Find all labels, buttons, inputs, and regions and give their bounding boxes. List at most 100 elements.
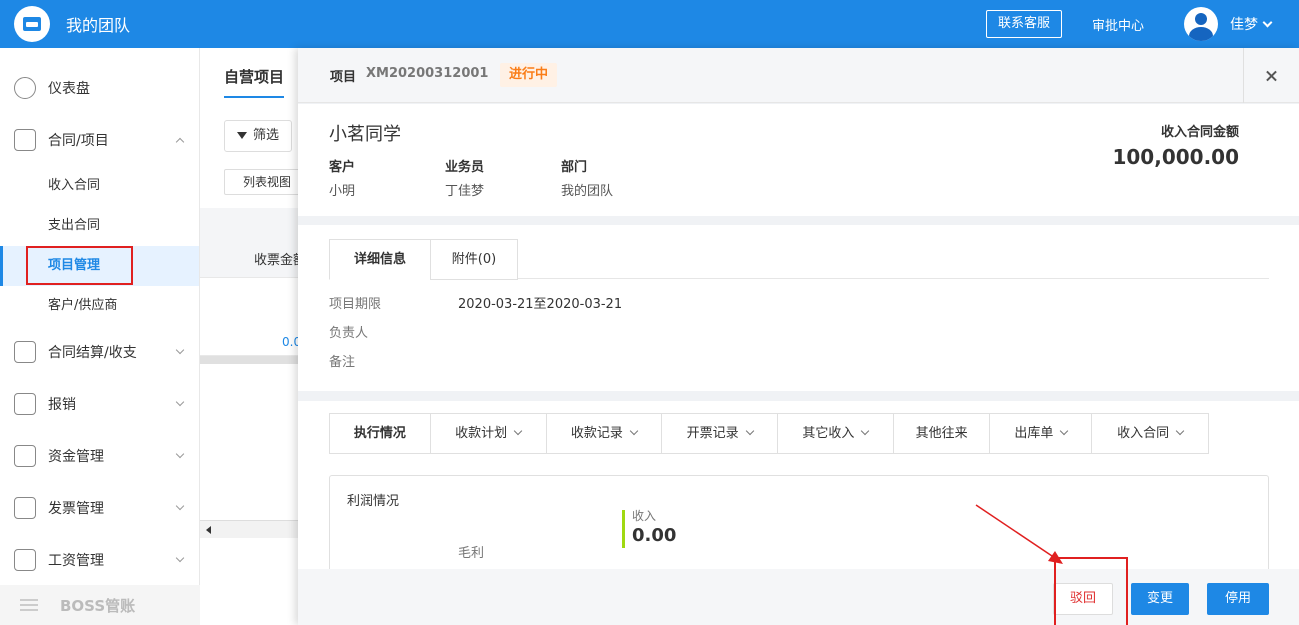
brand-name: BOSS管账 — [60, 596, 136, 615]
field-value: 我的团队 — [561, 184, 614, 199]
table-divider — [200, 356, 300, 364]
project-list-panel: 自营项目 筛选 列表视图 收票金额 0.0 — [200, 48, 311, 625]
chevron-down-icon — [513, 426, 523, 436]
chevron-down-icon — [1060, 426, 1069, 436]
approval-center-link[interactable]: 审批中心 — [1092, 15, 1144, 34]
contract-amount-value: 100,000.00 — [1112, 145, 1239, 169]
tab-outbound-orders[interactable]: 出库单 — [990, 414, 1093, 453]
yen-icon — [14, 393, 36, 415]
chevron-down-icon — [175, 449, 185, 459]
sidebar-item-dashboard[interactable]: 仪表盘 — [0, 62, 199, 114]
change-button[interactable]: 变更 — [1131, 583, 1189, 615]
folder-icon — [14, 129, 36, 151]
tab-invoice-records[interactable]: 开票记录 — [662, 414, 778, 453]
detail-tabs: 详细信息 附件(0) — [329, 239, 1269, 280]
tab-attachments[interactable]: 附件(0) — [430, 239, 518, 280]
income-label: 收入 — [632, 509, 657, 523]
project-detail-drawer: 项目 XM20200312001 进行中 小茗同学 客户 小明 业务员 丁佳梦 … — [298, 48, 1299, 625]
tab-details[interactable]: 详细信息 — [329, 239, 431, 280]
info-label: 备注 — [329, 355, 356, 370]
chevron-down-icon — [175, 345, 185, 355]
team-name[interactable]: 我的团队 — [66, 12, 130, 36]
header-label: 项目 — [330, 70, 357, 85]
chevron-down-icon — [175, 553, 185, 563]
chevron-down-icon — [175, 397, 185, 407]
horizontal-scrollbar[interactable] — [200, 520, 300, 538]
sidebar-item-label: 合同结算/收支 — [48, 345, 137, 361]
sidebar-item-label: 工资管理 — [48, 553, 104, 569]
drawer-footer: 驳回 变更 停用 — [298, 569, 1299, 625]
chevron-down-icon — [1175, 426, 1185, 436]
fund-icon — [14, 445, 36, 467]
sidebar-item-funds[interactable]: 资金管理 — [0, 430, 199, 482]
sidebar-item-label: 发票管理 — [48, 501, 104, 517]
profit-panel: 利润情况 毛利 收入 0.00 — [329, 475, 1269, 569]
filter-button[interactable]: 筛选 — [224, 120, 293, 152]
tab-label: 执行情况 — [353, 426, 406, 441]
filter-label: 筛选 — [253, 128, 280, 143]
sidebar-item-label: 报销 — [48, 397, 76, 413]
sidebar-subitem-expense-contract[interactable]: 支出合同 — [0, 206, 199, 246]
gross-profit-label: 毛利 — [458, 546, 485, 561]
disable-button[interactable]: 停用 — [1207, 583, 1269, 615]
top-bar: 我的团队 联系客服 审批中心 佳梦 — [0, 0, 1299, 48]
sidebar-item-contracts[interactable]: 合同/项目 — [0, 114, 199, 166]
info-label: 负责人 — [329, 326, 369, 341]
invoice-icon — [14, 497, 36, 519]
tab-label: 其它收入 — [802, 426, 855, 441]
sidebar-subitem-income-contract[interactable]: 收入合同 — [0, 166, 199, 206]
chevron-down-icon[interactable] — [1262, 17, 1273, 27]
tab-income-contracts[interactable]: 收入合同 — [1092, 414, 1208, 453]
tab-label: 其他往来 — [915, 426, 968, 441]
status-badge: 进行中 — [500, 63, 558, 87]
chevron-down-icon — [745, 426, 754, 436]
contract-amount-label: 收入合同金额 — [1160, 125, 1239, 140]
tab-self-operated-projects[interactable]: 自营项目 — [224, 66, 285, 98]
dashboard-icon — [14, 77, 36, 99]
customer-field: 客户 小明 — [329, 156, 355, 199]
department-field: 部门 我的团队 — [561, 156, 613, 199]
username[interactable]: 佳梦 — [1230, 14, 1258, 34]
app-logo-icon[interactable] — [14, 6, 50, 42]
income-indicator-bar — [622, 510, 625, 548]
tab-other-transactions[interactable]: 其他往来 — [894, 414, 991, 453]
tab-execution[interactable]: 执行情况 — [330, 414, 431, 453]
project-code: XM20200312001 — [366, 66, 489, 81]
avatar[interactable] — [1184, 7, 1218, 41]
tab-collection-plan[interactable]: 收款计划 — [431, 414, 547, 453]
tab-label: 开票记录 — [686, 426, 739, 441]
sidebar-item-label: 资金管理 — [48, 449, 104, 465]
tab-other-income[interactable]: 其它收入 — [778, 414, 894, 453]
sidebar: 仪表盘 合同/项目 收入合同 支出合同 项目管理 客户/供应商 合同结算/收支 … — [0, 48, 200, 625]
execution-tabs: 执行情况 收款计划 收款记录 开票记录 其它收入 其他往来 出库单 收入合同 — [329, 413, 1209, 454]
contact-support-button[interactable]: 联系客服 — [985, 10, 1062, 38]
salesperson-field: 业务员 丁佳梦 — [445, 156, 484, 199]
sidebar-item-settlement[interactable]: 合同结算/收支 — [0, 326, 199, 378]
drawer-header: 项目 XM20200312001 进行中 — [298, 48, 1299, 103]
execution-card: 执行情况 收款计划 收款记录 开票记录 其它收入 其他往来 出库单 收入合同 利… — [298, 401, 1299, 569]
tab-label: 收款记录 — [570, 426, 623, 441]
salary-icon — [14, 549, 36, 571]
chevron-up-icon — [175, 137, 185, 147]
info-value: 2020-03-21至2020-03-21 — [458, 297, 623, 312]
close-icon[interactable] — [1243, 48, 1299, 103]
income-value: 0.00 — [632, 525, 677, 546]
sidebar-item-reimbursement[interactable]: 报销 — [0, 378, 199, 430]
table-header: 收票金额 — [200, 208, 306, 278]
tab-label: 出库单 — [1014, 426, 1054, 441]
tab-collection-records[interactable]: 收款记录 — [547, 414, 663, 453]
field-label: 客户 — [329, 160, 356, 175]
chevron-down-icon — [175, 501, 185, 511]
sidebar-footer-brand: BOSS管账 — [0, 585, 200, 625]
sidebar-item-salary[interactable]: 工资管理 — [0, 534, 199, 586]
sidebar-item-invoices[interactable]: 发票管理 — [0, 482, 199, 534]
table-row[interactable]: 0.0 — [200, 278, 301, 356]
sidebar-subitem-customers-suppliers[interactable]: 客户/供应商 — [0, 286, 199, 326]
annotation-highlight-box — [26, 246, 133, 285]
project-summary-card: 小茗同学 客户 小明 业务员 丁佳梦 部门 我的团队 收入合同金额 100,00… — [298, 104, 1299, 216]
field-value: 小明 — [329, 184, 356, 199]
detail-info-card: 详细信息 附件(0) 项目期限 2020-03-21至2020-03-21 负责… — [298, 225, 1299, 391]
annotation-highlight-box — [1054, 557, 1128, 625]
sidebar-item-label: 合同/项目 — [48, 133, 109, 149]
field-label: 部门 — [561, 160, 588, 175]
